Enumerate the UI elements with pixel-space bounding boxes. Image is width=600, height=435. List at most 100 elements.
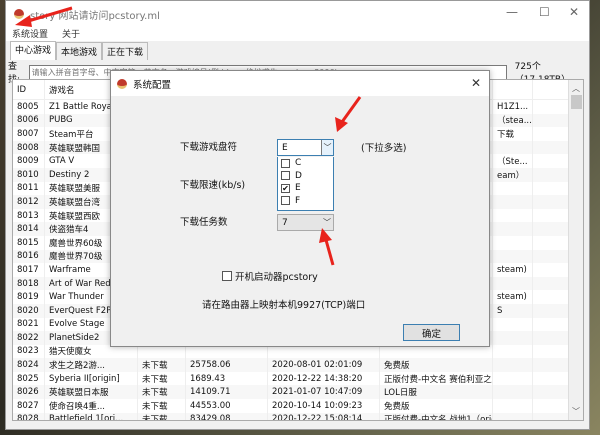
drive-option-label: E	[295, 183, 301, 194]
row-extra: 下载	[493, 127, 533, 141]
row-extra	[493, 235, 533, 250]
row-id: 8024	[13, 358, 45, 372]
row-filler	[533, 182, 573, 196]
app-logo-icon	[14, 9, 24, 19]
row-id: 8027	[13, 399, 45, 413]
dialog-close-button[interactable]: ✕	[471, 76, 481, 90]
row-extra: eam）	[493, 167, 533, 182]
row-size: 1689.43	[186, 371, 268, 386]
vertical-scrollbar[interactable]: ︿ ﹀	[568, 80, 583, 420]
chevron-down-icon[interactable]: ﹀	[321, 140, 333, 155]
row-size: 14109.71	[186, 385, 268, 400]
row-name: Battlefield 1[ori...	[45, 412, 138, 420]
row-id: 8009	[13, 154, 45, 168]
title-bar: story 网站请访问pcstory.ml — ☐ ✕	[6, 1, 589, 27]
tab-center-games[interactable]: 中心游戏	[10, 41, 57, 60]
row-extra	[493, 222, 533, 236]
row-filler	[533, 318, 573, 332]
tab-downloading[interactable]: 正在下载	[102, 42, 149, 60]
row-filler	[533, 209, 573, 223]
menu-bar: 系统设置 关于	[6, 27, 589, 41]
row-id: 8016	[13, 249, 45, 264]
table-row[interactable]: 8027 使命召唤4重... 未下载 44553.00 2020-10-14 10:09…	[13, 399, 583, 413]
autostart-checkbox[interactable]	[222, 271, 232, 281]
checkbox[interactable]	[281, 158, 290, 168]
drive-label: 下载游戏盘符	[180, 142, 238, 153]
row-filler	[533, 250, 573, 264]
drive-option-d[interactable]: D	[278, 170, 333, 183]
chevron-down-icon[interactable]: ﹀	[321, 215, 333, 230]
row-extra	[493, 385, 533, 400]
col-extra[interactable]	[493, 80, 533, 99]
row-id: 8026	[13, 385, 45, 400]
row-filler	[533, 141, 573, 155]
row-extra	[493, 371, 533, 386]
scroll-up-icon[interactable]: ︿	[572, 83, 580, 94]
checkbox[interactable]	[281, 171, 290, 181]
row-id: 8008	[13, 140, 45, 155]
drive-option-f[interactable]: F	[278, 195, 333, 208]
drive-select[interactable]: E ﹀	[277, 139, 334, 156]
row-extra	[493, 140, 533, 155]
menu-system-settings[interactable]: 系统设置	[12, 27, 48, 41]
close-button[interactable]: ✕	[569, 5, 579, 19]
minimize-button[interactable]: —	[506, 5, 518, 19]
row-name: Syberia II[origin]	[45, 371, 138, 386]
menu-about[interactable]: 关于	[62, 27, 80, 41]
row-date: 2020-10-14 10:09:23	[268, 399, 380, 413]
row-date: 2020-12-22 15:08:14	[268, 412, 380, 420]
row-extra	[493, 399, 533, 413]
drive-option-c[interactable]: C	[278, 157, 333, 170]
row-extra: S	[493, 303, 533, 318]
row-id: 8006	[13, 113, 45, 128]
tab-local-games[interactable]: 本地游戏	[56, 42, 103, 60]
tab-bar: 中心游戏 本地游戏 正在下载	[10, 41, 149, 60]
row-extra	[493, 181, 533, 196]
row-extra	[493, 208, 533, 223]
tasks-select[interactable]: 7 ﹀	[277, 214, 334, 231]
drive-option-label: D	[295, 170, 302, 181]
dialog-title-bar: 系统配置	[111, 71, 489, 96]
table-row[interactable]: 8025 Syberia II[origin] 未下载 1689.43 2020-12-…	[13, 371, 583, 386]
drive-value: E	[282, 142, 288, 153]
checkbox[interactable]	[281, 196, 290, 206]
port-note: 请在路由器上映射本机9927(TCP)端口	[202, 300, 366, 311]
row-filler	[533, 222, 573, 236]
scroll-thumb[interactable]	[571, 95, 582, 109]
row-name: 求生之路2游...	[45, 358, 138, 372]
drive-option-e[interactable]: ✔ E	[278, 182, 333, 195]
row-filler	[533, 154, 573, 168]
row-status: 未下载	[138, 412, 186, 420]
col-id[interactable]: ID	[13, 80, 45, 99]
row-id: 8025	[13, 371, 45, 386]
drive-option-label: C	[295, 158, 302, 169]
row-filler	[533, 127, 573, 141]
row-note: 正版付费-中文名 赛伯利亚之谜2...	[380, 371, 493, 386]
row-id: 8014	[13, 222, 45, 236]
dialog-logo-icon	[117, 78, 127, 89]
row-filler	[533, 331, 573, 345]
row-filler	[533, 304, 573, 318]
row-filler	[533, 358, 573, 372]
row-id: 8028	[13, 412, 45, 420]
checkbox[interactable]: ✔	[281, 183, 290, 193]
row-extra: steam)	[493, 290, 533, 304]
row-note: LOL日服	[380, 385, 493, 400]
table-row[interactable]: 8024 求生之路2游... 未下载 25758.06 2020-08-01 02:01…	[13, 358, 583, 372]
table-row[interactable]: 8028 Battlefield 1[ori... 未下载 83429.08 2020-…	[13, 412, 583, 420]
row-note: 免费版	[380, 399, 493, 413]
row-date: 2020-12-22 14:38:20	[268, 371, 380, 386]
ok-button[interactable]: 确定	[403, 324, 460, 341]
row-id: 8018	[13, 276, 45, 291]
row-extra: （stea...	[493, 113, 533, 128]
scroll-down-icon[interactable]: ﹀	[572, 406, 580, 417]
row-id: 8019	[13, 290, 45, 304]
speed-label: 下载限速(kb/s)	[180, 180, 246, 191]
autostart-option[interactable]: 开机启动器pcstory	[222, 269, 318, 283]
row-date: 2021-01-07 10:47:09	[268, 385, 380, 400]
table-row[interactable]: 8026 英雄联盟日本服 未下载 14109.71 2021-01-07 10:47:0…	[13, 385, 583, 400]
row-id: 8015	[13, 235, 45, 250]
drive-dropdown-list: C D ✔ E F	[277, 157, 334, 211]
maximize-button[interactable]: ☐	[539, 5, 550, 19]
row-filler	[533, 168, 573, 182]
